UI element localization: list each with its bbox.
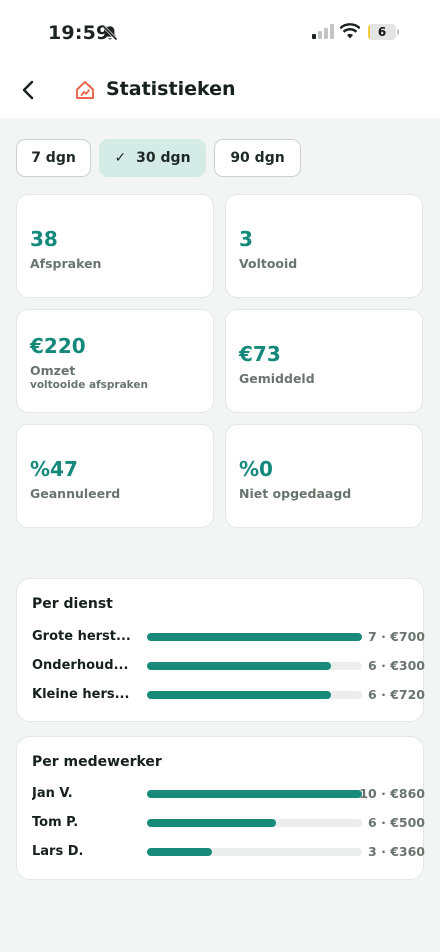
stat-card-cancelled: %47 Geannuleerd xyxy=(16,424,214,528)
card-title: Per dienst xyxy=(32,596,113,612)
stat-value: €220 xyxy=(30,334,86,358)
row-value: 7 · €700 xyxy=(368,629,425,644)
bar-track xyxy=(147,633,362,641)
stat-label: Voltooid xyxy=(239,256,298,271)
period-chip-label: 90 dgn xyxy=(230,150,285,166)
row-name: Grote herst... xyxy=(32,629,131,644)
stat-label: Geannuleerd xyxy=(30,486,121,501)
per-employee-card: Per medewerker Jan V. 10 · €860 Tom P. 6… xyxy=(16,736,425,880)
row-value: 6 · €300 xyxy=(368,658,425,673)
row-name: Lars D. xyxy=(32,844,84,859)
stat-sublabel: voltooide afspraken xyxy=(30,379,148,391)
cellular-signal-icon xyxy=(312,24,334,43)
employee-row: Tom P. 6 · €500 xyxy=(32,813,425,833)
stat-value: 3 xyxy=(239,227,253,251)
period-chip-label: 7 dgn xyxy=(31,150,76,166)
check-icon: ✓ xyxy=(114,150,127,166)
period-chip-label: 30 dgn xyxy=(136,150,191,166)
stat-card-average: €73 Gemiddeld xyxy=(225,309,423,413)
per-service-card: Per dienst Grote herst... 7 · €700 Onder… xyxy=(16,578,425,722)
progress-bar xyxy=(147,848,212,856)
stat-label: Afspraken xyxy=(30,256,102,271)
bar-track xyxy=(147,790,362,798)
row-name: Kleine hers... xyxy=(32,687,130,702)
bar-track xyxy=(147,819,362,827)
row-value: 3 · €360 xyxy=(368,844,425,859)
row-name: Tom P. xyxy=(32,815,79,830)
bell-slash-icon xyxy=(101,24,119,46)
progress-bar xyxy=(147,691,332,699)
bar-track xyxy=(147,691,362,699)
employee-row: Lars D. 3 · €360 xyxy=(32,842,425,862)
service-row: Grote herst... 7 · €700 xyxy=(32,627,425,647)
period-chip-30[interactable]: ✓ 30 dgn xyxy=(99,139,206,177)
house-chart-icon xyxy=(74,79,96,105)
period-chip-7[interactable]: 7 dgn xyxy=(16,139,91,177)
row-value: 6 · €500 xyxy=(368,815,425,830)
wifi-icon xyxy=(339,23,361,43)
period-chip-90[interactable]: 90 dgn xyxy=(214,139,301,177)
progress-bar xyxy=(147,790,362,798)
stat-value: €73 xyxy=(239,342,281,366)
row-name: Onderhoud... xyxy=(32,658,129,673)
status-bar: 19:59 6 xyxy=(0,0,440,62)
employee-row: Jan V. 10 · €860 xyxy=(32,784,425,804)
stat-value: %0 xyxy=(239,457,273,481)
bar-track xyxy=(147,848,362,856)
stat-label: Niet opgedaagd xyxy=(239,486,352,501)
row-value: 6 · €720 xyxy=(368,687,425,702)
stat-value: 38 xyxy=(30,227,58,251)
row-name: Jan V. xyxy=(32,786,73,801)
bar-track xyxy=(147,662,362,670)
battery-level: 6 xyxy=(377,25,387,39)
stat-value: %47 xyxy=(30,457,78,481)
page-title: Statistieken xyxy=(106,78,236,100)
service-row: Kleine hers... 6 · €720 xyxy=(32,685,425,705)
stat-card-revenue: €220 Omzet voltooide afspraken xyxy=(16,309,214,413)
battery-icon: 6 xyxy=(368,24,400,40)
top-area: 19:59 6 Statistieken xyxy=(0,0,440,118)
row-value: 10 · €860 xyxy=(359,786,425,801)
progress-bar xyxy=(147,819,276,827)
stat-label: Omzet xyxy=(30,363,76,378)
progress-bar xyxy=(147,662,332,670)
stat-card-completed: 3 Voltooid xyxy=(225,194,423,298)
progress-bar xyxy=(147,633,362,641)
chevron-left-icon[interactable] xyxy=(18,79,40,101)
card-title: Per medewerker xyxy=(32,754,162,770)
stat-card-no-show: %0 Niet opgedaagd xyxy=(225,424,423,528)
service-row: Onderhoud... 6 · €300 xyxy=(32,656,425,676)
stat-label: Gemiddeld xyxy=(239,371,315,386)
stat-card-appointments: 38 Afspraken xyxy=(16,194,214,298)
